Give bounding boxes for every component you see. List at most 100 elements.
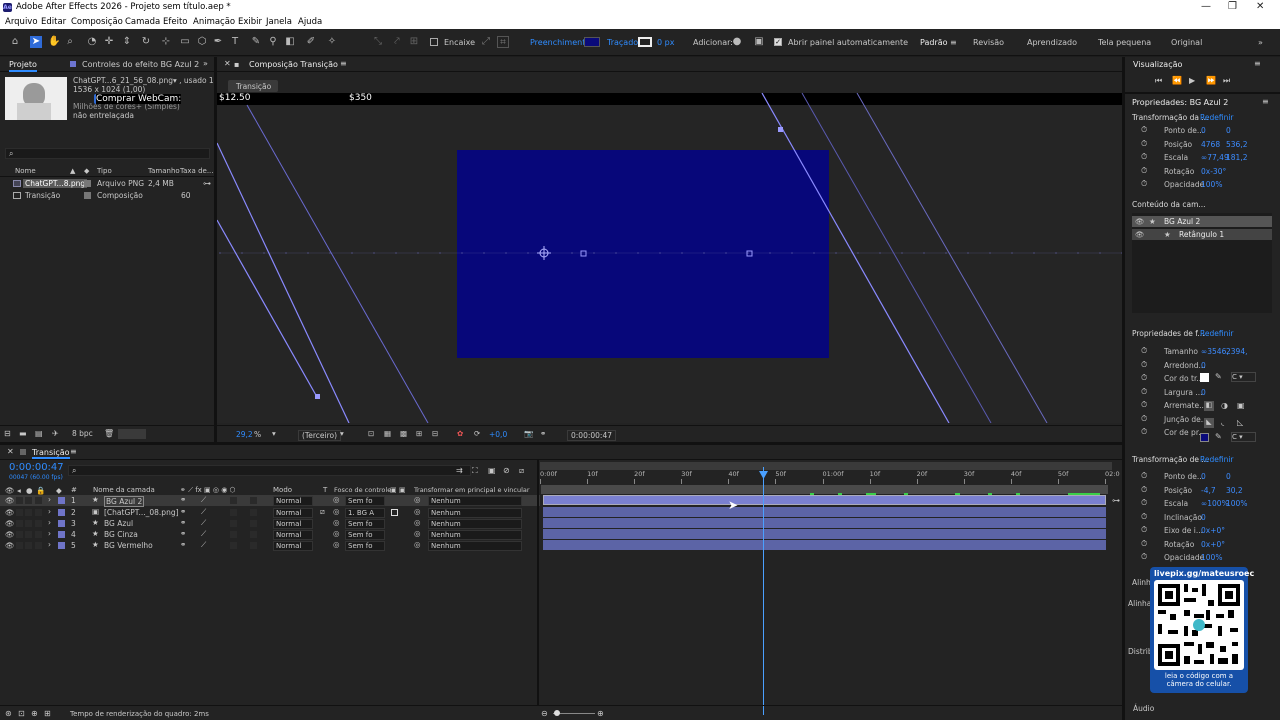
- layer-label-color[interactable]: [58, 497, 65, 504]
- quality-switch-icon[interactable]: ⟋: [201, 495, 206, 505]
- comp-timecode[interactable]: 0:00:00:47: [567, 430, 616, 441]
- parent-pickwhip-icon[interactable]: ◎: [414, 529, 421, 538]
- audio-toggle[interactable]: [16, 531, 23, 538]
- switch-box[interactable]: [250, 542, 257, 549]
- mode-dropdown[interactable]: Normal: [273, 519, 313, 529]
- panel-overflow-icon[interactable]: »: [203, 59, 208, 68]
- label-col-icon[interactable]: ◆: [56, 486, 62, 495]
- channel-icon[interactable]: ✿: [457, 429, 463, 438]
- prev-frame-icon[interactable]: ⏪: [1172, 76, 1182, 85]
- stopwatch-icon[interactable]: ⏱: [1141, 552, 1147, 562]
- zoom-dropdown-icon[interactable]: ▾: [272, 429, 276, 438]
- color-field[interactable]: [118, 429, 146, 439]
- layer-name[interactable]: BG Azul: [104, 519, 133, 528]
- transform-prop-value[interactable]: 0: [1201, 126, 1206, 135]
- eye-icon[interactable]: 👁: [5, 508, 15, 517]
- zoom-tool-icon[interactable]: ⌕: [64, 36, 76, 48]
- stopwatch-icon[interactable]: ⏱: [1141, 485, 1147, 495]
- menu-animacao[interactable]: Animação: [193, 17, 235, 27]
- cap-square-icon[interactable]: ▣: [1237, 401, 1245, 410]
- switch-box[interactable]: [230, 542, 237, 549]
- solo-toggle[interactable]: [25, 497, 32, 504]
- layer-label-color[interactable]: [58, 509, 65, 516]
- content-item[interactable]: 👁 ★ BG Azul 2: [1132, 216, 1272, 227]
- snapshot-icon[interactable]: 📷: [524, 429, 533, 438]
- roto-tool-icon[interactable]: ✐: [305, 36, 317, 48]
- cap-round-icon[interactable]: ◑: [1221, 401, 1228, 410]
- transform-prop-value[interactable]: 100%: [1201, 180, 1222, 189]
- first-frame-icon[interactable]: ⏮: [1155, 76, 1162, 86]
- pen-tool-icon[interactable]: ✒: [212, 36, 224, 48]
- parent-pickwhip-icon[interactable]: ◎: [414, 507, 421, 516]
- audio-toggle[interactable]: [16, 520, 23, 527]
- stopwatch-icon[interactable]: ⏱: [1141, 414, 1147, 424]
- lock-toggle[interactable]: [35, 520, 42, 527]
- stopwatch-icon[interactable]: ⏱: [1141, 498, 1147, 508]
- resolution-chevron-icon[interactable]: ▾: [340, 429, 344, 438]
- panel-icon[interactable]: ▣: [753, 36, 765, 48]
- quality-switch-icon[interactable]: ⟋: [201, 507, 206, 517]
- transform2-prop-value[interactable]: 0x+0°: [1201, 540, 1225, 549]
- switch-box[interactable]: [230, 497, 237, 504]
- layer-label-color[interactable]: [58, 531, 65, 538]
- menu-composicao[interactable]: Composição: [71, 17, 123, 27]
- more-workspaces-icon[interactable]: »: [1258, 38, 1263, 47]
- transform-reset[interactable]: Redefinir: [1200, 113, 1234, 122]
- adjust-icon[interactable]: ✈: [52, 429, 59, 438]
- last-frame-icon[interactable]: ⏭: [1223, 76, 1230, 86]
- stopwatch-icon[interactable]: ⏱: [1141, 373, 1147, 383]
- layer-name[interactable]: BG Azul 2: [104, 496, 145, 507]
- transform2-prop-value-2[interactable]: 30,2: [1226, 486, 1243, 495]
- zoom-out-icon[interactable]: ⊖: [541, 709, 548, 718]
- timeline-tab[interactable]: Transição: [32, 448, 70, 459]
- snap-edge-icon[interactable]: ⤢: [480, 36, 492, 48]
- stroke-option-dropdown[interactable]: C ▾: [1231, 372, 1256, 382]
- shape-prop-value[interactable]: 0: [1201, 361, 1206, 370]
- stopwatch-icon[interactable]: ⏱: [1141, 427, 1147, 437]
- stroke-label[interactable]: Traçado:: [607, 38, 641, 47]
- stopwatch-icon[interactable]: ⏱: [1141, 539, 1147, 549]
- layer-label-color[interactable]: [58, 542, 65, 549]
- switch-box[interactable]: [250, 509, 257, 516]
- orbit-tool-icon[interactable]: ◔: [86, 36, 98, 48]
- brush-tool-icon[interactable]: ✎: [250, 36, 262, 48]
- shape-reset[interactable]: Redefinir: [1200, 329, 1234, 338]
- snap-icon[interactable]: ⤡: [372, 36, 384, 48]
- join-bevel-icon[interactable]: ◺: [1237, 418, 1243, 427]
- sort-icon[interactable]: ▲: [70, 167, 75, 175]
- layer-name[interactable]: BG Vermelho: [104, 541, 153, 550]
- matte-pickwhip-icon[interactable]: ◎: [333, 507, 340, 516]
- transform2-prop-value-2[interactable]: 0: [1226, 472, 1231, 481]
- expand-chevron-icon[interactable]: ›: [48, 540, 51, 549]
- transform-prop-value-2[interactable]: 536,2: [1226, 140, 1247, 149]
- eye-icon[interactable]: 👁: [5, 541, 15, 550]
- zoom-value[interactable]: 29,2: [236, 430, 253, 439]
- transform-prop-value[interactable]: 0x-30°: [1201, 167, 1226, 176]
- solo-col-icon[interactable]: ●: [26, 486, 33, 495]
- workspace-tela-pequena[interactable]: Tela pequena: [1098, 38, 1151, 47]
- bpc-button[interactable]: 8 bpc: [72, 429, 93, 438]
- stopwatch-icon[interactable]: ⏱: [1141, 152, 1147, 162]
- eye-icon[interactable]: 👁: [5, 530, 15, 539]
- lock-toggle[interactable]: [35, 509, 42, 516]
- switch-box[interactable]: [250, 497, 257, 504]
- layer-track-bar[interactable]: [543, 540, 1106, 550]
- transform2-prop-value[interactable]: 0: [1201, 513, 1206, 522]
- shape-prop-value-2[interactable]: 2394,: [1226, 347, 1247, 356]
- axis-icon[interactable]: ⤤: [391, 36, 403, 48]
- workspace-original[interactable]: Original: [1171, 38, 1202, 47]
- matte-pickwhip-icon[interactable]: ◎: [333, 540, 340, 549]
- resolution-dropdown[interactable]: (Terceiro): [298, 430, 342, 441]
- expand-chevron-icon[interactable]: ›: [48, 507, 51, 516]
- timeline-nav-icon[interactable]: ⊶: [1112, 496, 1120, 505]
- new-folder-icon[interactable]: ▬: [19, 429, 27, 438]
- layer-row[interactable]: 👁 › 4 ★ BG Cinza ⚭ ⟋ Normal ◎ Sem fo ◎ N…: [0, 529, 540, 540]
- eye-icon[interactable]: 👁: [1135, 217, 1145, 226]
- menu-editar[interactable]: Editar: [41, 17, 66, 27]
- encaixe-checkbox[interactable]: [430, 38, 438, 46]
- layer-row[interactable]: 👁 › 5 ★ BG Vermelho ⚭ ⟋ Normal ◎ Sem fo …: [0, 540, 540, 551]
- grid-icon[interactable]: ⊞: [416, 429, 422, 438]
- stroke-width-value[interactable]: 0 px: [657, 38, 674, 47]
- parent-dropdown[interactable]: Nenhum: [428, 530, 522, 540]
- lock-toggle[interactable]: [35, 497, 42, 504]
